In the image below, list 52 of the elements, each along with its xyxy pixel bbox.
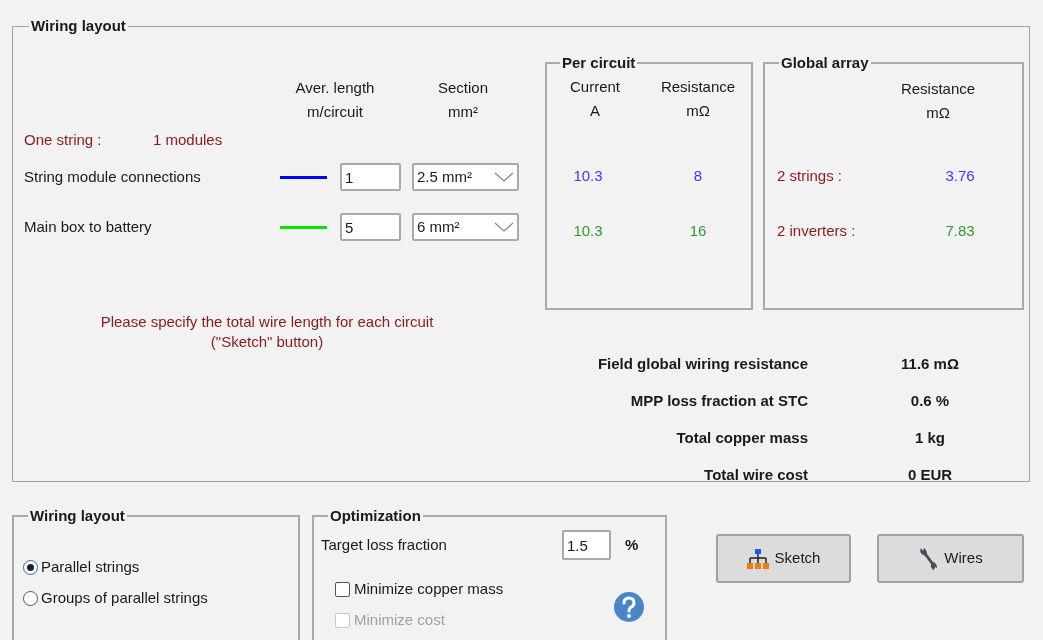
module-count: 1 modules <box>153 130 223 150</box>
resistance-value: 8 <box>692 166 704 186</box>
column-header: mm² <box>448 102 478 122</box>
section-dropdown[interactable]: 2.5 mm² <box>412 163 519 191</box>
hierarchy-icon <box>746 547 769 570</box>
sketch-button[interactable]: Sketch <box>716 534 851 583</box>
radio-option[interactable]: Parallel strings <box>23 557 298 577</box>
summary-value: 0.6 % <box>909 391 951 412</box>
section-dropdown[interactable]: 6 mm² <box>412 213 519 241</box>
summary-label: MPP loss fraction at STC <box>629 391 808 412</box>
hint-text: ("Sketch" button) <box>210 332 324 352</box>
percent-unit: % <box>625 534 639 555</box>
resistance-value: 7.83 <box>944 221 976 241</box>
resistance-value: 16 <box>688 221 708 241</box>
radio-button[interactable] <box>23 590 38 606</box>
summary-value: 11.6 mΩ <box>900 354 960 375</box>
target-loss-field[interactable]: 1.5 <box>562 530 611 560</box>
current-value: 10.3 <box>572 221 604 241</box>
column-header: Current <box>570 77 620 97</box>
column-header: Aver. length <box>295 78 375 98</box>
circuit-label: Main box to battery <box>24 216 153 237</box>
radio-option[interactable]: Groups of parallel strings <box>23 588 298 608</box>
summary-value: 1 kg <box>914 428 946 449</box>
wires-button[interactable]: Wires <box>877 534 1024 583</box>
column-header: A <box>590 101 600 121</box>
group-label: 2 strings : <box>776 166 844 186</box>
column-header: Section <box>437 78 488 98</box>
resistance-value: 3.76 <box>944 166 976 186</box>
length-field[interactable]: 5 <box>340 213 401 241</box>
column-header: Resistance <box>660 77 736 97</box>
column-header: m/circuit <box>307 102 363 122</box>
chevron-down-icon <box>494 222 514 232</box>
checkbox-option[interactable]: Minimize copper mass <box>335 579 665 599</box>
target-loss-label: Target loss fraction <box>321 534 448 555</box>
summary-label: Total copper mass <box>675 428 808 449</box>
string-label: One string : <box>24 130 103 150</box>
summary-value: 0 EUR <box>906 465 954 486</box>
column-header: mΩ <box>926 103 950 123</box>
circuit-label: String module connections <box>24 166 202 187</box>
summary-label: Field global wiring resistance <box>596 354 808 375</box>
length-field[interactable]: 1 <box>340 163 401 191</box>
column-header: Resistance <box>900 79 976 99</box>
hint-text: Please specify the total wire length for each circuit <box>100 312 434 332</box>
radio-button[interactable] <box>23 559 38 575</box>
current-value: 10.3 <box>572 166 604 186</box>
group-label: 2 inverters : <box>776 221 857 241</box>
column-header: mΩ <box>686 101 710 121</box>
wrench-icon <box>918 545 939 572</box>
chevron-down-icon <box>494 172 514 182</box>
summary-label: Total wire cost <box>703 465 808 486</box>
help-icon[interactable] <box>613 591 645 623</box>
checkbox[interactable] <box>335 581 350 597</box>
